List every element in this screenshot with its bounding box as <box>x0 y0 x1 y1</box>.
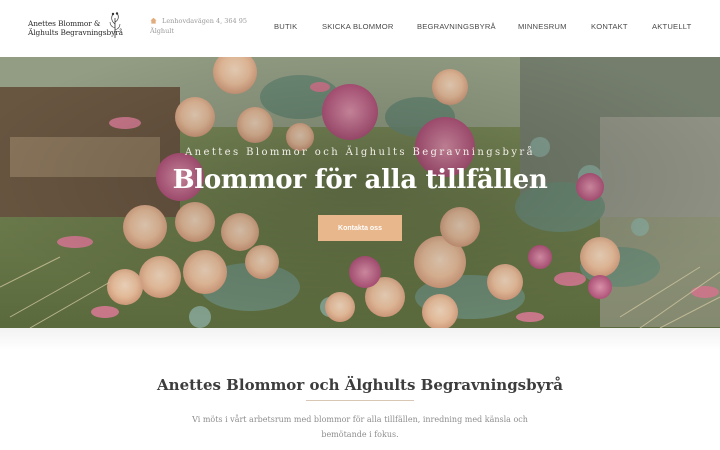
contact-us-button[interactable]: Kontakta oss <box>318 215 402 241</box>
nav-item-begravningsbyra[interactable]: BEGRAVNINGSBYRÅ <box>417 22 496 31</box>
hero-subtitle: Anettes Blommor och Älghults Begravnings… <box>185 147 535 158</box>
hero-title: Blommor för alla tillfällen <box>172 165 548 195</box>
logo[interactable]: Anettes Blommor & Älghults Begravningsby… <box>28 12 124 44</box>
nav-item-aktuellt[interactable]: AKTUELLT <box>652 22 691 31</box>
address: Lenhovdavägen 4, 364 95 Älghult <box>150 16 260 36</box>
intro-text: Vi möts i vårt arbetsrum med blommor för… <box>192 415 528 439</box>
flower-logo-icon <box>109 12 121 38</box>
nav-item-skicka-blommor[interactable]: SKICKA BLOMMOR <box>322 22 394 31</box>
site-header: Anettes Blommor & Älghults Begravningsby… <box>0 0 720 57</box>
intro-title: Anettes Blommor och Älghults Begravnings… <box>157 376 563 394</box>
section-divider-shadow <box>0 328 720 350</box>
intro-divider <box>306 400 414 401</box>
nav-item-kontakt[interactable]: KONTAKT <box>591 22 628 31</box>
home-icon <box>150 17 157 24</box>
address-line1: Lenhovdavägen 4, 364 95 <box>162 17 247 25</box>
nav-item-minnesrum[interactable]: MINNESRUM <box>518 22 567 31</box>
address-line2: Älghult <box>150 27 174 35</box>
hero-banner: Anettes Blommor och Älghults Begravnings… <box>0 57 720 328</box>
nav-item-butik[interactable]: BUTIK <box>274 22 297 31</box>
intro-section: Anettes Blommor och Älghults Begravnings… <box>0 328 720 450</box>
